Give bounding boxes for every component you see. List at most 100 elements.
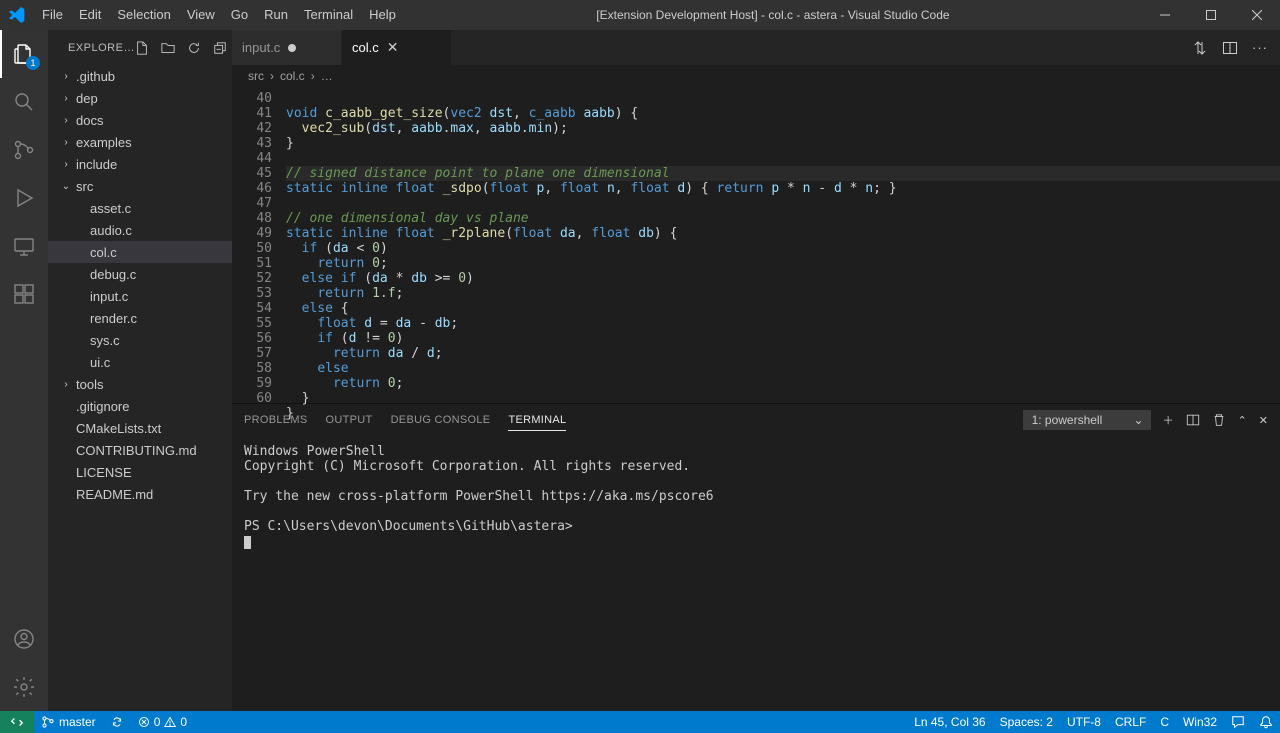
file-tree[interactable]: ›.github›dep›docs›examples›include⌄srcas… <box>48 65 232 711</box>
tree-item[interactable]: col.c <box>48 241 232 263</box>
tree-label: .github <box>74 69 115 84</box>
tree-item[interactable]: README.md <box>48 483 232 505</box>
tree-label: README.md <box>74 487 153 502</box>
remote-explorer-icon[interactable] <box>0 222 48 270</box>
platform[interactable]: Win32 <box>1176 711 1224 733</box>
tree-item[interactable]: ›include <box>48 153 232 175</box>
editor-tab[interactable]: input.c <box>232 30 342 65</box>
tree-item[interactable]: render.c <box>48 307 232 329</box>
chevron-icon: › <box>58 137 74 148</box>
error-count: 0 <box>154 715 161 729</box>
minimize-button[interactable] <box>1142 0 1188 30</box>
terminal-output[interactable]: Windows PowerShell Copyright (C) Microso… <box>232 436 1280 711</box>
editor-more-icon[interactable]: ··· <box>1252 40 1268 55</box>
menu-view[interactable]: View <box>179 0 223 30</box>
tab-label: col.c <box>352 40 379 55</box>
compare-changes-icon[interactable] <box>1192 40 1208 56</box>
accounts-icon[interactable] <box>0 615 48 663</box>
tree-item[interactable]: sys.c <box>48 329 232 351</box>
problems-indicator[interactable]: 0 0 <box>131 711 194 733</box>
status-bar: master 0 0 Ln 45, Col 36 Spaces: 2 UTF-8… <box>0 711 1280 733</box>
code-editor[interactable]: 4041424344454647484950515253545556575859… <box>232 87 1280 403</box>
tree-item[interactable]: ›docs <box>48 109 232 131</box>
tree-item[interactable]: CONTRIBUTING.md <box>48 439 232 461</box>
language-mode[interactable]: C <box>1153 711 1176 733</box>
tree-item[interactable]: ›dep <box>48 87 232 109</box>
warning-count: 0 <box>180 715 187 729</box>
maximize-button[interactable] <box>1188 0 1234 30</box>
titlebar: FileEditSelectionViewGoRunTerminalHelp [… <box>0 0 1280 30</box>
breadcrumb[interactable]: src›col.c›… <box>232 65 1280 87</box>
breadcrumb-item[interactable]: col.c <box>280 69 305 83</box>
source-control-icon[interactable] <box>0 126 48 174</box>
editor-tab[interactable]: col.c ✕ <box>342 30 452 65</box>
sidebar-title: EXPLORE… <box>68 42 135 54</box>
settings-gear-icon[interactable] <box>0 663 48 711</box>
menubar: FileEditSelectionViewGoRunTerminalHelp <box>34 0 404 30</box>
editor-area: input.ccol.c✕ ··· src›col.c›… 4041424344… <box>232 30 1280 711</box>
tree-item[interactable]: ⌄src <box>48 175 232 197</box>
tree-label: CMakeLists.txt <box>74 421 161 436</box>
tree-label: src <box>74 179 93 194</box>
menu-selection[interactable]: Selection <box>109 0 178 30</box>
menu-edit[interactable]: Edit <box>71 0 109 30</box>
tree-item[interactable]: LICENSE <box>48 461 232 483</box>
breadcrumb-item[interactable]: src <box>248 69 264 83</box>
tree-item[interactable]: ›examples <box>48 131 232 153</box>
menu-file[interactable]: File <box>34 0 71 30</box>
tree-label: render.c <box>88 311 137 326</box>
eol[interactable]: CRLF <box>1108 711 1153 733</box>
menu-help[interactable]: Help <box>361 0 404 30</box>
close-tab-icon[interactable]: ✕ <box>387 39 399 56</box>
window-title: [Extension Development Host] - col.c - a… <box>404 8 1142 22</box>
tree-label: LICENSE <box>74 465 132 480</box>
tree-label: debug.c <box>88 267 136 282</box>
tree-item[interactable]: .gitignore <box>48 395 232 417</box>
dirty-indicator-icon <box>288 44 296 52</box>
tree-item[interactable]: CMakeLists.txt <box>48 417 232 439</box>
indentation[interactable]: Spaces: 2 <box>993 711 1060 733</box>
search-icon[interactable] <box>0 78 48 126</box>
sidebar-header: EXPLORE… ··· <box>48 30 232 65</box>
tree-item[interactable]: ›tools <box>48 373 232 395</box>
window-controls <box>1142 0 1280 30</box>
tree-label: sys.c <box>88 333 120 348</box>
remote-indicator[interactable] <box>0 711 34 733</box>
feedback-icon[interactable] <box>1224 711 1252 733</box>
split-editor-icon[interactable] <box>1222 40 1238 56</box>
tree-label: docs <box>74 113 103 128</box>
encoding[interactable]: UTF-8 <box>1060 711 1108 733</box>
extensions-icon[interactable] <box>0 270 48 318</box>
line-gutter: 4041424344454647484950515253545556575859… <box>232 87 286 403</box>
tree-item[interactable]: audio.c <box>48 219 232 241</box>
menu-run[interactable]: Run <box>256 0 296 30</box>
menu-terminal[interactable]: Terminal <box>296 0 361 30</box>
new-folder-icon[interactable] <box>161 41 175 55</box>
tree-item[interactable]: debug.c <box>48 263 232 285</box>
tree-item[interactable]: asset.c <box>48 197 232 219</box>
git-branch[interactable]: master <box>34 711 103 733</box>
cursor-position[interactable]: Ln 45, Col 36 <box>907 711 992 733</box>
tree-item[interactable]: ›.github <box>48 65 232 87</box>
tree-label: include <box>74 157 117 172</box>
new-file-icon[interactable] <box>135 41 149 55</box>
chevron-icon: › <box>58 71 74 82</box>
run-debug-icon[interactable] <box>0 174 48 222</box>
tree-label: audio.c <box>88 223 132 238</box>
breadcrumb-item[interactable]: … <box>321 69 333 83</box>
code-content[interactable]: void c_aabb_get_size(vec2 dst, c_aabb aa… <box>286 87 1280 403</box>
menu-go[interactable]: Go <box>223 0 256 30</box>
explorer-icon[interactable]: 1 <box>0 30 48 78</box>
chevron-right-icon: › <box>311 69 315 83</box>
chevron-icon: › <box>58 93 74 104</box>
tree-item[interactable]: input.c <box>48 285 232 307</box>
notifications-icon[interactable] <box>1252 711 1280 733</box>
tree-item[interactable]: ui.c <box>48 351 232 373</box>
sync-button[interactable] <box>103 711 131 733</box>
refresh-icon[interactable] <box>187 41 201 55</box>
close-button[interactable] <box>1234 0 1280 30</box>
editor-tab-actions: ··· <box>1180 30 1280 65</box>
terminal-selector[interactable]: 1: powershell <box>1023 410 1151 430</box>
editor-tabs: input.c col.c ✕ ··· <box>232 30 1280 65</box>
collapse-all-icon[interactable] <box>213 41 227 55</box>
